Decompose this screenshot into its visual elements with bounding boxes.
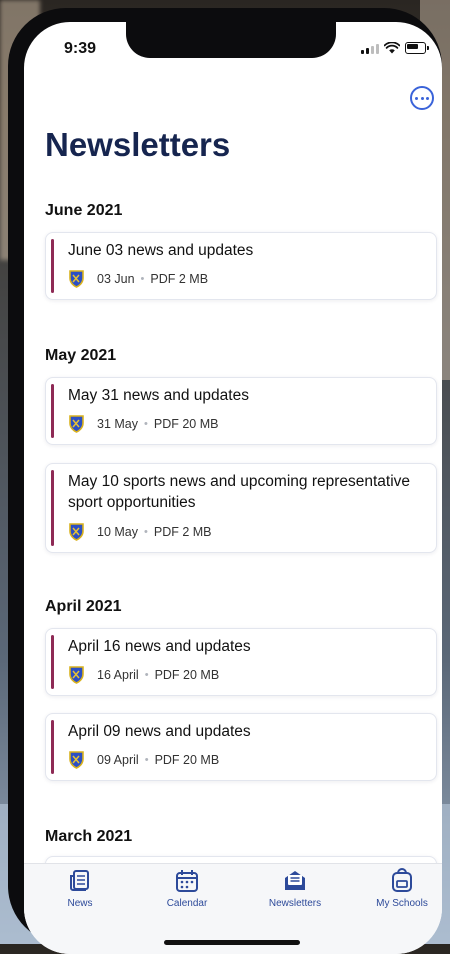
separator-dot: •: [144, 417, 148, 430]
battery-icon: [405, 42, 429, 54]
newsletter-card[interactable]: May 31 news and updates 31 May • PDF 20 …: [45, 377, 437, 445]
tab-news[interactable]: News: [35, 868, 125, 909]
separator-dot: •: [144, 525, 148, 538]
newsletter-title: April 09 news and updates: [68, 723, 251, 740]
tab-label: My Schools: [376, 898, 428, 909]
school-crest-icon: [69, 270, 84, 288]
newsletter-card[interactable]: April 16 news and updates 16 April • PDF…: [45, 628, 437, 696]
newsletter-icon: [285, 871, 305, 890]
accent-bar: [51, 720, 54, 774]
newsletter-date: 16 April: [97, 667, 139, 682]
tab-label: Newsletters: [268, 898, 322, 909]
school-crest-icon: [69, 415, 84, 433]
newsletter-file-info: PDF 20 MB: [154, 752, 220, 767]
school-crest-icon: [69, 751, 84, 769]
newsletter-date: 10 May: [97, 524, 138, 539]
notch: [126, 22, 336, 58]
tab-newsletters[interactable]: Newsletters: [250, 868, 340, 909]
month-heading: June 2021: [45, 202, 123, 219]
school-crest-icon: [69, 666, 84, 684]
newsletter-date: 09 April: [97, 752, 139, 767]
newsletter-file-info: PDF 20 MB: [153, 416, 219, 431]
tab-bar: News Calendar Newsletters My Schools: [24, 863, 442, 954]
newsletter-meta: 09 April • PDF 20 MB: [68, 750, 219, 769]
tab-calendar[interactable]: Calendar: [142, 868, 232, 909]
newsletter-meta: 31 May • PDF 20 MB: [68, 414, 218, 433]
newsletter-file-info: PDF 20 MB: [154, 667, 220, 682]
newsletter-file-info: PDF 2 MB: [150, 271, 209, 286]
newsletter-date: 03 Jun: [97, 271, 135, 286]
tab-my-schools[interactable]: My Schools: [357, 868, 442, 909]
newsletter-file-info: PDF 2 MB: [153, 524, 212, 539]
status-time: 9:39: [64, 40, 97, 57]
newsletter-card[interactable]: May 10 sports news and upcoming represen…: [45, 463, 437, 553]
month-heading: March 2021: [45, 828, 133, 845]
newsletter-title: May 10 sports news and upcoming represen…: [68, 473, 411, 511]
status-icons: [361, 42, 429, 54]
newsletter-date: 31 May: [97, 416, 138, 431]
newsletter-card[interactable]: June 03 news and updates 03 Jun • PDF 2 …: [45, 232, 437, 300]
accent-bar: [51, 635, 54, 689]
separator-dot: •: [140, 272, 145, 285]
app-screen: 9:39 Newsletters June 2021 June 03 news …: [24, 22, 442, 954]
separator-dot: •: [144, 668, 149, 681]
school-crest-icon: [69, 523, 84, 541]
newsletter-meta: 16 April • PDF 20 MB: [68, 665, 219, 684]
newsletter-meta: 10 May • PDF 2 MB: [68, 522, 212, 541]
newsletter-card[interactable]: April 09 news and updates 09 April • PDF…: [45, 713, 437, 781]
calendar-icon: [176, 870, 198, 892]
accent-bar: [51, 239, 54, 293]
accent-bar: [51, 470, 54, 546]
separator-dot: •: [144, 753, 149, 766]
tab-label: Calendar: [166, 898, 208, 909]
page-title: Newsletters: [45, 126, 231, 163]
tab-label: News: [67, 898, 93, 909]
newsletter-title: April 16 news and updates: [68, 638, 251, 655]
newsletter-title: June 03 news and updates: [68, 242, 254, 259]
signal-icon: [361, 43, 379, 54]
phone-frame: 9:39 Newsletters June 2021 June 03 news …: [8, 8, 442, 954]
accent-bar: [51, 384, 54, 438]
news-icon: [70, 870, 89, 891]
month-heading: May 2021: [45, 347, 117, 364]
home-indicator: [164, 940, 300, 945]
newsletter-meta: 03 Jun • PDF 2 MB: [68, 269, 208, 288]
school-bag-icon: [392, 868, 412, 892]
month-heading: April 2021: [45, 598, 122, 615]
wifi-icon: [384, 42, 400, 54]
newsletter-title: May 31 news and updates: [68, 387, 249, 404]
more-options-button[interactable]: [410, 86, 434, 110]
